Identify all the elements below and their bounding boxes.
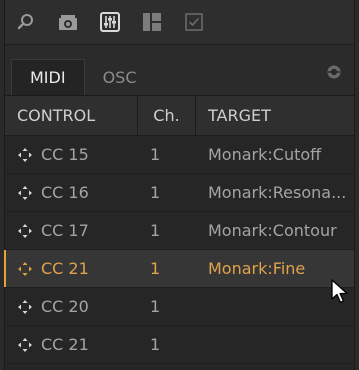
- midi-mapping-panel: MIDI OSC CONTROL Ch. TARGET CC 15 1 Mona…: [4, 0, 355, 370]
- tab-osc[interactable]: OSC: [85, 59, 155, 95]
- table-row[interactable]: CC 21 1: [5, 326, 354, 364]
- control-label: CC 21: [41, 259, 89, 278]
- search-icon: [17, 14, 33, 30]
- table-header: CONTROL Ch. TARGET: [5, 96, 354, 136]
- target-value: Monark:Contour: [208, 221, 337, 240]
- table-row[interactable]: CC 15 1 Monark:Cutoff: [5, 136, 354, 174]
- table-row[interactable]: CC 20 1: [5, 288, 354, 326]
- drag-handle-icon[interactable]: [17, 261, 33, 277]
- control-label: CC 15: [41, 145, 89, 164]
- channel-value: 1: [150, 145, 161, 164]
- tab-bar: MIDI OSC: [5, 45, 354, 96]
- channel-value: 1: [150, 297, 161, 316]
- channel-value: 1: [150, 335, 161, 354]
- search-button[interactable]: [15, 11, 37, 33]
- layout-icon: [143, 13, 161, 31]
- mixer-button[interactable]: [99, 11, 121, 33]
- channel-value: 1: [150, 259, 161, 278]
- table-row[interactable]: CC 17 1 Monark:Contour: [5, 212, 354, 250]
- header-target[interactable]: TARGET: [196, 96, 354, 135]
- header-control[interactable]: CONTROL: [5, 96, 138, 135]
- target-value: Monark:Resona...: [208, 183, 347, 202]
- mixer-icon: [100, 12, 120, 32]
- toolbar: [5, 0, 354, 45]
- check-button[interactable]: [183, 11, 205, 33]
- settings-icon[interactable]: [326, 64, 342, 80]
- mapping-table: CC 15 1 Monark:Cutoff CC 16 1 Monark:Res…: [4, 136, 354, 364]
- tab-midi[interactable]: MIDI: [11, 59, 85, 95]
- camera-icon: [59, 15, 77, 30]
- target-value: Monark:Fine: [208, 259, 306, 278]
- control-label: CC 20: [41, 297, 89, 316]
- control-label: CC 21: [41, 335, 89, 354]
- table-row-selected[interactable]: CC 21 1 Monark:Fine: [4, 250, 354, 288]
- mouse-pointer-icon: [331, 279, 348, 304]
- control-label: CC 16: [41, 183, 89, 202]
- checkbox-icon: [185, 13, 203, 31]
- drag-handle-icon[interactable]: [17, 223, 33, 239]
- drag-handle-icon[interactable]: [17, 147, 33, 163]
- target-value: Monark:Cutoff: [208, 145, 322, 164]
- channel-value: 1: [150, 221, 161, 240]
- drag-handle-icon[interactable]: [17, 337, 33, 353]
- drag-handle-icon[interactable]: [17, 299, 33, 315]
- channel-value: 1: [150, 183, 161, 202]
- table-row[interactable]: CC 16 1 Monark:Resona...: [5, 174, 354, 212]
- layout-button[interactable]: [141, 11, 163, 33]
- drag-handle-icon[interactable]: [17, 185, 33, 201]
- header-channel[interactable]: Ch.: [138, 96, 196, 135]
- snapshot-button[interactable]: [57, 11, 79, 33]
- control-label: CC 17: [41, 221, 89, 240]
